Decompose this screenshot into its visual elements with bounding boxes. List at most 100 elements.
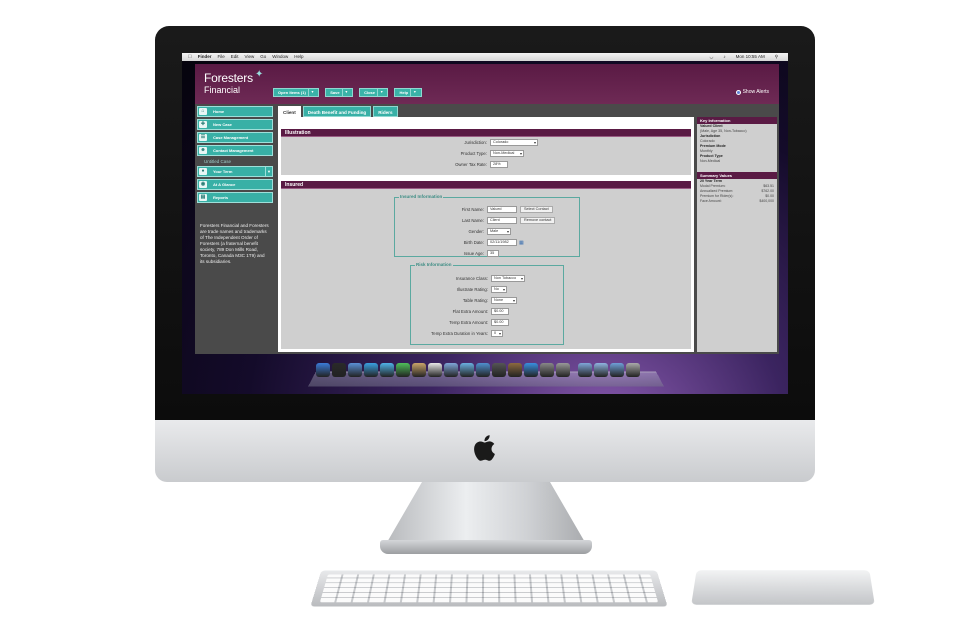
gender-select[interactable]: Male	[487, 228, 511, 235]
documents-folder-icon[interactable]	[594, 363, 608, 377]
field-label: Jurisdiction:	[464, 140, 487, 145]
facetime-icon[interactable]	[396, 363, 410, 377]
mac-menubar:  Finder File Edit View Go Window Help ◡…	[182, 53, 788, 61]
finder-icon[interactable]	[316, 363, 330, 377]
temp-duration-select[interactable]: 0	[491, 330, 503, 337]
dashboard-icon[interactable]	[332, 363, 346, 377]
show-alerts-toggle[interactable]: Show Alerts	[735, 89, 769, 95]
owner-tax-row: Owner Tax Rate: 28%	[401, 161, 508, 168]
sidebar-item-label: At A Glance	[213, 182, 236, 187]
remove-contact-button[interactable]: Remove contact	[520, 217, 556, 224]
contacts-icon: ☻	[199, 147, 207, 154]
sidebar-item-contact-management[interactable]: ☻ Contact Management	[197, 145, 273, 156]
applications-folder-icon[interactable]	[578, 363, 592, 377]
keyboard	[310, 570, 668, 607]
chevron-down-icon[interactable]: ▼	[341, 89, 348, 96]
menu-window[interactable]: Window	[272, 53, 288, 61]
trackpad	[691, 570, 875, 605]
sidebar-item-your-term[interactable]: ● Your Term ▼	[197, 166, 273, 177]
iphoto-icon[interactable]	[476, 363, 490, 377]
first-name-input[interactable]: Valued	[487, 206, 517, 213]
new-case-icon: ✚	[199, 121, 207, 128]
sidebar-item-at-a-glance[interactable]: ◉ At A Glance	[197, 179, 273, 190]
ical-icon[interactable]	[428, 363, 442, 377]
menu-file[interactable]: File	[218, 53, 225, 61]
field-label: Gender:	[468, 229, 484, 234]
preview-icon[interactable]	[444, 363, 458, 377]
ichat-icon[interactable]	[380, 363, 394, 377]
table-rating-select[interactable]: None	[491, 297, 517, 304]
illustrate-rating-select[interactable]: No	[491, 286, 507, 293]
imovie-icon[interactable]	[492, 363, 506, 377]
logo-name: Foresters	[204, 71, 253, 85]
glance-icon: ◉	[199, 181, 207, 188]
key-information-panel: Key Information Valued Client (Male, Age…	[697, 117, 777, 352]
foresters-app-window: Foresters Financial ✦ Open Items (1) ▼ Sa…	[195, 64, 779, 354]
spotlight-icon[interactable]: ⚲	[775, 53, 778, 61]
volume-icon[interactable]: ♪	[723, 53, 725, 61]
menu-go[interactable]: Go	[260, 53, 266, 61]
last-name-input[interactable]: Client	[487, 217, 517, 224]
birth-date-input[interactable]: 02/11/1982	[487, 239, 517, 246]
field-label: Temp Extra Duration in Years:	[431, 331, 488, 336]
menu-finder[interactable]: Finder	[198, 53, 212, 61]
wifi-icon[interactable]: ◡	[709, 53, 713, 61]
field-label: Insurance Class:	[455, 276, 488, 281]
chevron-down-icon[interactable]: ▼	[376, 89, 383, 96]
help-button[interactable]: Help ▼	[394, 88, 422, 97]
itunes-icon[interactable]	[460, 363, 474, 377]
group-legend: Risk Information	[415, 262, 453, 268]
chevron-down-icon[interactable]: ▼	[265, 167, 272, 176]
tab-riders[interactable]: Riders	[373, 106, 398, 117]
safari-icon[interactable]	[364, 363, 378, 377]
downloads-folder-icon[interactable]	[610, 363, 624, 377]
sidebar-item-case-management[interactable]: ☰ Case Management	[197, 132, 273, 143]
garageband-icon[interactable]	[508, 363, 522, 377]
address-book-icon[interactable]	[412, 363, 426, 377]
radio-icon[interactable]	[735, 89, 741, 95]
chevron-down-icon[interactable]: ▼	[307, 89, 314, 96]
flat-extra-input[interactable]: $0.00	[491, 308, 509, 315]
select-contact-button[interactable]: Select Contact	[520, 206, 553, 213]
save-button[interactable]: Save ▼	[325, 88, 354, 97]
field-label: Table Rating:	[462, 298, 488, 303]
close-button[interactable]: Close ▼	[359, 88, 389, 97]
insured-panel: Insured Insured Information First Name: …	[281, 181, 691, 349]
apple-menu-icon[interactable]: 	[188, 53, 192, 61]
summary-row: Face Amount: $400,000	[697, 199, 777, 204]
system-preferences-icon[interactable]	[556, 363, 570, 377]
group-legend: Insured Information	[399, 194, 444, 200]
mail-icon[interactable]	[348, 363, 362, 377]
field-label: Issue Age:	[463, 251, 484, 256]
sidebar-item-new-case[interactable]: ✚ New Case	[197, 119, 273, 130]
menu-help[interactable]: Help	[294, 53, 303, 61]
menu-view[interactable]: View	[245, 53, 255, 61]
sidebar-item-home[interactable]: ⌂ Home	[197, 106, 273, 117]
menu-clock[interactable]: Mon 10:55 AM	[736, 53, 765, 61]
open-items-button[interactable]: Open Items (1) ▼	[273, 88, 320, 97]
insurance-class-row: Insurance Class: Non Tobacco	[413, 275, 525, 282]
tab-death-benefit-and-funding[interactable]: Death Benefit and Funding	[302, 106, 372, 117]
product-type-select[interactable]: Non-Medical	[490, 150, 524, 157]
toolbar: Open Items (1) ▼ Save ▼ Close ▼ Help ▼	[273, 88, 422, 97]
menu-edit[interactable]: Edit	[231, 53, 239, 61]
temp-extra-input[interactable]: $0.00	[491, 319, 509, 326]
first-name-row: First Name: Valued Select Contact	[399, 206, 553, 213]
main-content: Illustration Jurisdiction: Colorado Prod…	[278, 117, 694, 352]
jurisdiction-row: Jurisdiction: Colorado	[401, 139, 538, 146]
time-machine-icon[interactable]	[540, 363, 554, 377]
calendar-icon[interactable]: ▦	[519, 240, 524, 246]
tab-client[interactable]: Client	[278, 106, 301, 117]
table-rating-row: Table Rating: None	[413, 297, 517, 304]
app-store-icon[interactable]	[524, 363, 538, 377]
insurance-class-select[interactable]: Non Tobacco	[491, 275, 525, 282]
sidebar-item-label: New Case	[213, 122, 232, 127]
issue-age-row: Issue Age: 35	[399, 250, 499, 257]
owner-tax-input[interactable]: 28%	[490, 161, 508, 168]
jurisdiction-select[interactable]: Colorado	[490, 139, 538, 146]
risk-information-group: Risk Information Insurance Class: Non To…	[410, 262, 564, 345]
chevron-down-icon[interactable]: ▼	[410, 89, 417, 96]
dock-icons	[316, 363, 640, 377]
trash-icon[interactable]	[626, 363, 640, 377]
sidebar-item-reports[interactable]: ▤ Reports	[197, 192, 273, 203]
